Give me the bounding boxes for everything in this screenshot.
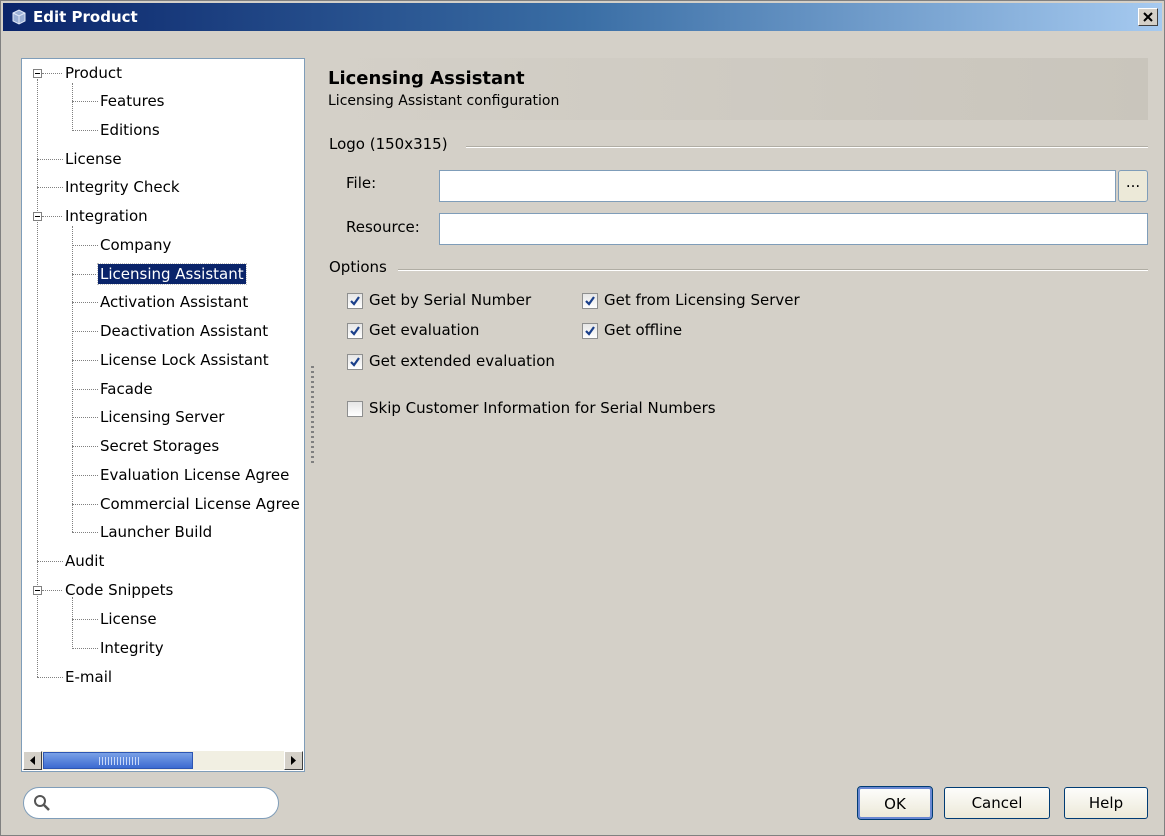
cancel-button[interactable]: Cancel [944, 787, 1050, 819]
checkbox-box[interactable] [347, 401, 363, 417]
tree-item-deactivation-assistant[interactable]: Deactivation Assistant [98, 320, 270, 342]
tree-item-secret-storages[interactable]: Secret Storages [98, 435, 221, 457]
browse-button[interactable]: ... [1118, 170, 1148, 202]
scroll-thumb[interactable] [43, 752, 193, 769]
panel-title: Licensing Assistant [328, 68, 525, 89]
collapse-code-snippets-icon[interactable] [33, 586, 42, 595]
tree-item-launcher-build[interactable]: Launcher Build [98, 521, 214, 543]
product-box-icon [12, 9, 26, 25]
window-title: Edit Product [33, 8, 138, 26]
collapse-integration-icon[interactable] [33, 212, 42, 221]
tree-item-activation-assistant[interactable]: Activation Assistant [98, 291, 250, 313]
ok-button[interactable]: OK [857, 786, 933, 820]
checkmark-icon [585, 326, 595, 336]
tree-item-license[interactable]: License [63, 148, 124, 170]
logo-group-label: Logo (150x315) [329, 135, 448, 153]
search-input[interactable] [56, 793, 270, 815]
options-group-divider [398, 269, 1148, 271]
tree-item-code-snippets[interactable]: Code Snippets [63, 579, 175, 601]
resource-label: Resource: [346, 218, 420, 236]
scroll-left-button[interactable] [23, 751, 42, 770]
panel-subtitle: Licensing Assistant configuration [328, 93, 560, 109]
tree-item-integrity-check[interactable]: Integrity Check [63, 176, 182, 198]
checkmark-icon [350, 357, 360, 367]
tree-item-evaluation-license-agreement[interactable]: Evaluation License Agree [98, 464, 291, 486]
checkmark-icon [350, 326, 360, 336]
tree-item-licensing-assistant[interactable]: Licensing Assistant [97, 263, 247, 285]
tree-item-licensing-server[interactable]: Licensing Server [98, 406, 226, 428]
tree-item-commercial-license-agreement[interactable]: Commercial License Agree [98, 493, 302, 515]
scroll-right-button[interactable] [284, 751, 303, 770]
close-button[interactable] [1138, 8, 1158, 26]
checkbox-box[interactable] [347, 354, 363, 370]
logo-group-divider [466, 146, 1148, 148]
tree-item-snippet-integrity[interactable]: Integrity [98, 637, 166, 659]
arrow-left-icon [30, 756, 35, 765]
tree-item-company[interactable]: Company [98, 234, 173, 256]
tree-item-product[interactable]: Product [63, 62, 124, 84]
tree-horizontal-scrollbar[interactable] [23, 751, 303, 770]
tree-item-email[interactable]: E-mail [63, 666, 114, 688]
file-label: File: [346, 174, 377, 192]
panel-header: Licensing Assistant Licensing Assistant … [320, 58, 1148, 120]
splitter-grip[interactable] [311, 366, 314, 466]
tree-search-field[interactable] [23, 787, 279, 819]
close-icon [1143, 12, 1153, 22]
checkmark-icon [350, 296, 360, 306]
checkbox-box[interactable] [582, 293, 598, 309]
tree-item-audit[interactable]: Audit [63, 550, 106, 572]
tree-item-snippet-license[interactable]: License [98, 608, 159, 630]
collapse-product-icon[interactable] [33, 69, 42, 78]
resource-field[interactable] [439, 213, 1148, 245]
tree-item-facade[interactable]: Facade [98, 378, 155, 400]
options-group-label: Options [329, 258, 387, 276]
title-bar[interactable]: Edit Product [3, 3, 1162, 31]
search-icon [34, 795, 50, 811]
file-field[interactable] [439, 170, 1116, 202]
product-tree[interactable]: Product Features Editions License Integr… [21, 58, 305, 772]
arrow-right-icon [291, 756, 296, 765]
help-button[interactable]: Help [1064, 787, 1148, 819]
tree-item-integration[interactable]: Integration [63, 205, 150, 227]
checkbox-box[interactable] [347, 323, 363, 339]
checkbox-box[interactable] [347, 293, 363, 309]
edit-product-dialog: Edit Product Product Features Editions L… [0, 0, 1165, 836]
checkmark-icon [585, 296, 595, 306]
tree-item-license-lock-assistant[interactable]: License Lock Assistant [98, 349, 271, 371]
tree-item-editions[interactable]: Editions [98, 119, 162, 141]
tree-item-features[interactable]: Features [98, 90, 167, 112]
checkbox-box[interactable] [582, 323, 598, 339]
